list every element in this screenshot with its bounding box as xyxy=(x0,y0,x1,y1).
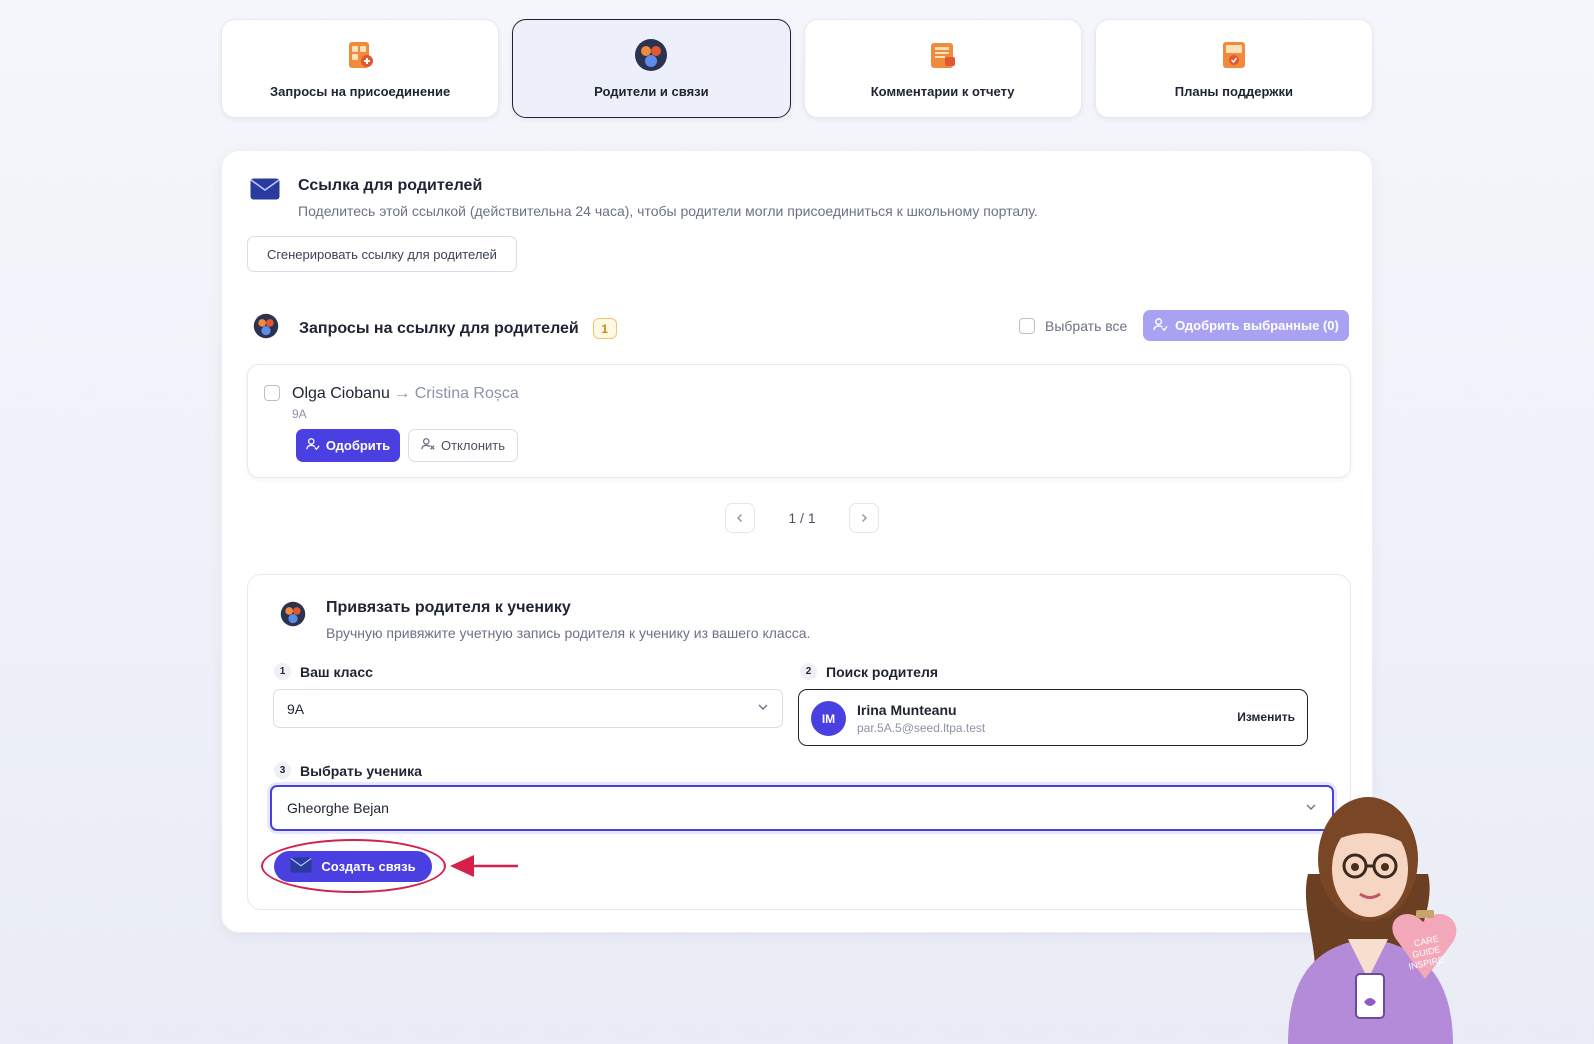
report-comments-icon xyxy=(926,38,960,72)
step-1-label: 1 Ваш класс xyxy=(274,663,373,680)
tab-label: Родители и связи xyxy=(594,84,709,99)
parent-link-description: Поделитесь этой ссылкой (действительна 2… xyxy=(298,203,1038,219)
user-check-icon xyxy=(306,437,320,454)
select-all-label: Выбрать все xyxy=(1045,318,1128,334)
link-parent-card: Привязать родителя к ученику Вручную при… xyxy=(247,574,1351,910)
step-number: 3 xyxy=(274,762,291,779)
tab-join-requests[interactable]: Запросы на присоединение xyxy=(221,19,500,118)
link-form-description: Вручную привяжите учетную запись родител… xyxy=(326,625,811,641)
tab-label: Планы поддержки xyxy=(1174,84,1293,99)
step-2-label: 2 Поиск родителя xyxy=(800,663,938,680)
reject-button[interactable]: Отклонить xyxy=(408,429,518,462)
step-label: Выбрать ученика xyxy=(300,762,422,779)
envelope-icon xyxy=(250,178,280,205)
envelope-icon xyxy=(290,857,312,876)
parents-links-icon xyxy=(634,38,668,72)
step-label: Поиск родителя xyxy=(826,663,939,680)
page-indicator: 1 / 1 xyxy=(788,510,816,526)
chevron-right-icon xyxy=(859,510,869,526)
request-card: Olga Ciobanu → Cristina Roșca 9A Одобрит… xyxy=(247,364,1351,478)
tab-parents-links[interactable]: Родители и связи xyxy=(512,19,791,118)
parents-icon xyxy=(253,313,279,344)
chevron-down-icon xyxy=(757,701,769,716)
right-arrow-icon: → xyxy=(394,385,411,402)
teacher-mascot: CARE GUIDE INSPIRE xyxy=(1268,764,1478,1044)
student-select-value: Gheorghe Bejan xyxy=(287,800,389,816)
class-select[interactable]: 9A xyxy=(273,689,783,728)
class-select-value: 9A xyxy=(287,700,305,717)
change-parent-button[interactable]: Изменить xyxy=(1237,710,1295,724)
student-select[interactable]: Gheorghe Bejan xyxy=(270,785,1334,831)
join-requests-icon xyxy=(343,38,377,72)
pagination: 1 / 1 xyxy=(725,503,879,533)
main-card: Ссылка для родителей Поделитесь этой ссы… xyxy=(221,150,1373,933)
user-x-icon xyxy=(421,437,435,454)
prev-page-button[interactable] xyxy=(725,503,755,533)
create-link-label: Создать связь xyxy=(321,859,416,874)
chevron-left-icon xyxy=(735,510,745,526)
parents-icon xyxy=(280,601,306,632)
request-student-name: Cristina Roșca xyxy=(414,385,519,402)
tab-report-comments[interactable]: Комментарии к отчету xyxy=(803,19,1082,118)
parent-link-header: Ссылка для родителей Поделитесь этой ссы… xyxy=(250,177,1038,219)
tab-support-plans[interactable]: Планы поддержки xyxy=(1094,19,1373,118)
select-all[interactable]: Выбрать все xyxy=(1019,318,1127,334)
request-checkbox[interactable] xyxy=(264,385,280,401)
support-plans-icon xyxy=(1217,38,1251,72)
link-form-title: Привязать родителя к ученику xyxy=(326,599,571,616)
approve-selected-button[interactable]: Одобрить выбранные (0) xyxy=(1143,310,1349,341)
reject-label: Отклонить xyxy=(440,438,506,453)
next-page-button[interactable] xyxy=(849,503,879,533)
requests-count-badge: 1 xyxy=(592,318,617,339)
step-label: Ваш класс xyxy=(300,663,373,680)
approve-label: Одобрить xyxy=(325,438,391,453)
top-tabs: Запросы на присоединение Родители и связ… xyxy=(221,19,1373,118)
link-form-header: Привязать родителя к ученику Вручную при… xyxy=(280,599,810,641)
pointer-arrow-icon xyxy=(450,855,518,877)
select-all-checkbox[interactable] xyxy=(1019,318,1035,334)
step-number: 1 xyxy=(274,663,291,680)
generate-link-button[interactable]: Сгенерировать ссылку для родителей xyxy=(247,236,517,272)
requests-title: Запросы на ссылку для родителей xyxy=(299,319,579,337)
approve-selected-label: Одобрить выбранные (0) xyxy=(1175,318,1339,333)
user-check-icon xyxy=(1153,317,1168,335)
parent-name: Irina Munteanu xyxy=(857,702,957,718)
step-3-label: 3 Выбрать ученика xyxy=(274,762,422,779)
approve-button[interactable]: Одобрить xyxy=(296,429,400,462)
request-parent-name: Olga Ciobanu xyxy=(292,385,390,402)
request-title: Olga Ciobanu → Cristina Roșca xyxy=(292,385,519,403)
selected-parent[interactable]: IM Irina Munteanu par.5A.5@seed.ltpa.tes… xyxy=(798,689,1308,746)
requests-header: Запросы на ссылку для родителей 1 xyxy=(253,313,617,344)
step-number: 2 xyxy=(800,663,817,680)
parent-link-title: Ссылка для родителей xyxy=(298,177,483,194)
request-class: 9A xyxy=(292,407,307,421)
tab-label: Запросы на присоединение xyxy=(270,84,451,99)
create-link-button[interactable]: Создать связь xyxy=(274,851,432,882)
tab-label: Комментарии к отчету xyxy=(870,84,1015,99)
parent-email: par.5A.5@seed.ltpa.test xyxy=(857,721,986,735)
avatar: IM xyxy=(811,701,846,736)
